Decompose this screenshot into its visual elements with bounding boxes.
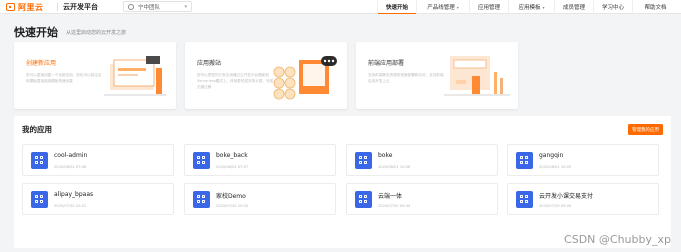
nav-label: 应用管理 [477, 5, 500, 11]
app-card[interactable]: alipay_bpaas 2020/07/30 20:22 [22, 183, 174, 215]
app-date: 2020/07/30 20:20 [216, 204, 249, 208]
app-date: 2020/08/01 07:07 [216, 165, 249, 169]
card-create-app[interactable]: 创建新应用 您可以直接创建一个全新应用，您也可以前往应用模板直接使用模板快速创建 [14, 42, 176, 109]
app-name: 云端一体 [378, 193, 403, 200]
card-title: 前端应用部署 [368, 60, 405, 67]
nav-help-docs[interactable]: 帮助文档 [633, 0, 678, 14]
card-title: 应用搬站 [197, 60, 222, 67]
app-name: 云开发小课交易支付 [539, 193, 594, 200]
nav-label: 应用模板 [518, 5, 541, 11]
my-apps-panel: 我的应用 管理我的应用 cool-admin 2020/08/01 07:08 … [14, 116, 671, 248]
aliyun-logo[interactable]: 阿里云 [6, 2, 44, 12]
nav-quick-start[interactable]: 快速开始 [378, 0, 416, 14]
app-date: 2020/07/30 09:09 [539, 204, 572, 208]
chevron-down-icon: ▾ [456, 4, 459, 10]
app-grid-icon [31, 152, 48, 169]
card-app-migration[interactable]: 应用搬站 您可以把您的已有应用通过云开发平台搬家到Serverless模式上，体… [185, 42, 347, 109]
app-grid-icon [31, 191, 48, 208]
app-grid-icon [193, 191, 210, 208]
watermark: CSDN @Chubby_xp [564, 233, 671, 246]
divider [57, 3, 58, 11]
app-grid-icon [516, 152, 533, 169]
logo-text: 阿里云 [18, 2, 44, 12]
nav-app-template[interactable]: 应用模板 ▾ [509, 0, 554, 14]
app-card[interactable]: 云开发小课交易支付 2020/07/30 09:09 [507, 183, 659, 215]
nav-label: 产品线管理 [427, 5, 455, 11]
create-app-illustration [104, 56, 166, 96]
app-date: 2020/07/30 20:22 [54, 204, 87, 208]
app-name: cool-admin [54, 152, 88, 159]
nav-members[interactable]: 成员管理 [555, 0, 593, 14]
chevron-down-icon: ▾ [184, 4, 187, 10]
platform-name: 云开发平台 [63, 3, 98, 11]
app-card[interactable]: boke 2020/08/01 10:06 [346, 144, 498, 176]
app-grid-icon [355, 191, 372, 208]
chevron-down-icon: ▾ [542, 4, 545, 10]
nav-app-manage[interactable]: 应用管理 [470, 0, 508, 14]
card-description: 支持前端静态资源的快速部署和访问，支持前端应用开发上云 [368, 73, 444, 83]
app-card[interactable]: cool-admin 2020/08/01 07:08 [22, 144, 174, 176]
aliyun-logo-icon [6, 3, 15, 11]
app-name: gangqin [539, 152, 564, 159]
nav-label: 帮助文档 [644, 5, 667, 11]
app-grid-icon [516, 191, 533, 208]
top-nav-bar: 阿里云 云开发平台 宁中团队 ▾ 快速开始 产品线管理 ▾ 应用管理 应用模板 ▾ … [0, 0, 681, 14]
nav-label: 学习中心 [601, 5, 624, 11]
card-title: 创建新应用 [26, 60, 57, 67]
app-date: 2020/08/01 10:06 [378, 165, 411, 169]
card-description: 您可以把您的已有应用通过云开发平台搬家到Serverless模式上，体验更低成本… [197, 73, 274, 89]
app-name: 家校Demo [216, 193, 246, 200]
app-name: alipay_bpaas [54, 191, 94, 198]
app-name: boke_back [216, 152, 248, 159]
page-subtitle: 从这里启动您的云开发之旅 [66, 30, 127, 36]
app-card[interactable]: 家校Demo 2020/07/30 20:20 [184, 183, 336, 215]
team-name: 宁中团队 [138, 5, 161, 11]
nav-label: 成员管理 [562, 5, 585, 11]
nav-label: 快速开始 [385, 4, 408, 11]
app-date: 2020/08/01 10:05 [539, 165, 572, 169]
app-name: boke [378, 152, 393, 159]
app-grid-icon [355, 152, 372, 169]
manage-apps-button[interactable]: 管理我的应用 [628, 124, 663, 135]
card-frontend-deploy[interactable]: 前端应用部署 支持前端静态资源的快速部署和访问，支持前端应用开发上云 [356, 42, 518, 109]
team-selector[interactable]: 宁中团队 ▾ [123, 1, 192, 12]
section-title: 我的应用 [22, 125, 52, 134]
app-date: 2020/07/30 09:34 [378, 204, 411, 208]
deploy-illustration [444, 56, 510, 96]
nav-learning[interactable]: 学习中心 [594, 0, 632, 14]
card-description: 您可以直接创建一个全新应用，您也可以前往应用模板直接使用模板快速创建 [26, 73, 102, 83]
app-card[interactable]: gangqin 2020/08/01 10:05 [507, 144, 659, 176]
team-icon [128, 4, 134, 10]
app-grid-icon [193, 152, 210, 169]
page-title: 快速开始 [14, 26, 58, 39]
nav-product-line[interactable]: 产品线管理 ▾ [417, 0, 469, 14]
app-card[interactable]: 云端一体 2020/07/30 09:34 [346, 183, 498, 215]
app-card[interactable]: boke_back 2020/08/01 07:07 [184, 144, 336, 176]
app-date: 2020/08/01 07:08 [54, 165, 87, 169]
migration-illustration [273, 56, 337, 100]
